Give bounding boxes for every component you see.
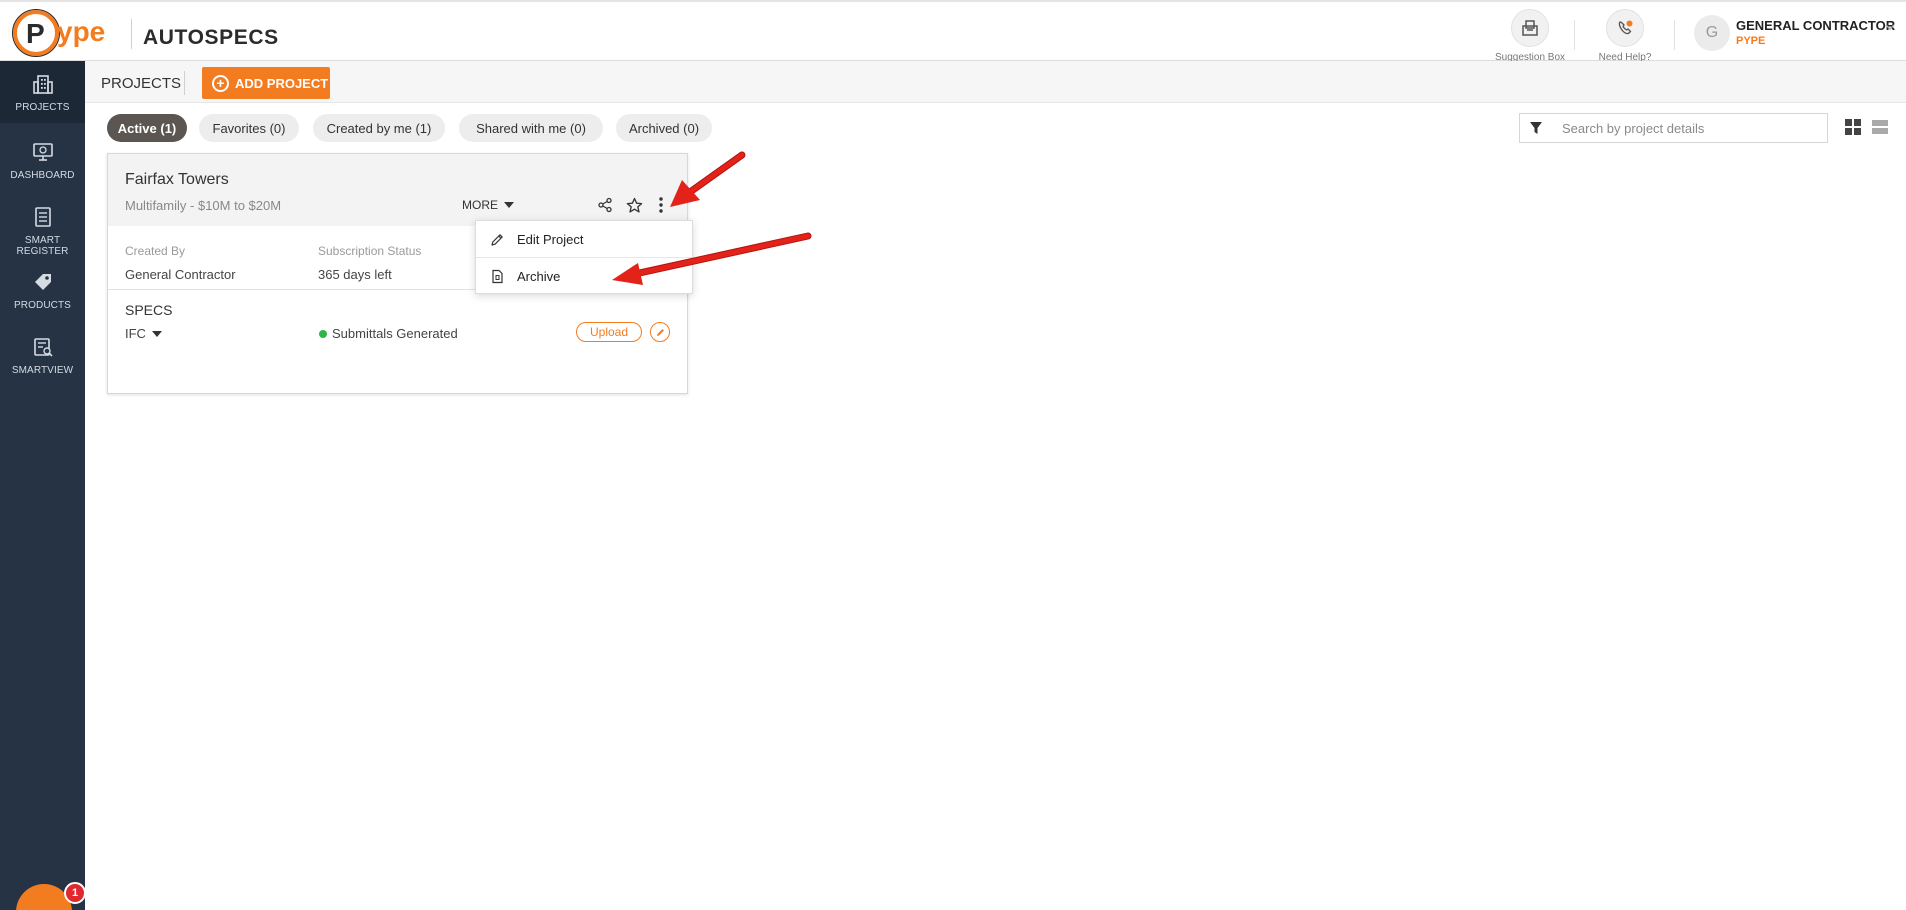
page-title: PROJECTS	[101, 75, 182, 92]
filter-icon	[1530, 122, 1542, 134]
star-icon	[626, 197, 642, 213]
sidebar-item-label: SMARTVIEW	[11, 365, 74, 376]
tab-active[interactable]: Active (1)	[107, 114, 187, 142]
app-header: P ype AUTOSPECS Suggestion Box Need Help…	[0, 0, 1906, 63]
kebab-menu-button[interactable]	[651, 195, 671, 215]
projects-toolbar: PROJECTS + ADD PROJECT	[85, 61, 1906, 103]
specs-title: SPECS	[125, 302, 173, 318]
caret-down-icon	[504, 202, 514, 208]
specs-status: Submittals Generated	[319, 326, 458, 341]
menu-item-label: Edit Project	[517, 231, 584, 247]
status-dot	[319, 329, 327, 338]
upload-button[interactable]: Upload	[576, 322, 642, 342]
suggestion-box-icon	[1522, 20, 1538, 36]
subscription-status-value: 365 days left	[318, 267, 392, 282]
created-by-label: Created By	[125, 244, 186, 258]
list-view-button[interactable]	[1869, 116, 1891, 138]
user-avatar[interactable]: G	[1694, 15, 1730, 51]
register-icon	[34, 207, 51, 227]
sidebar-item-label: PROJECTS	[15, 102, 70, 113]
phone-help-icon	[1618, 20, 1633, 35]
filter-button[interactable]	[1519, 113, 1553, 143]
tab-archived[interactable]: Archived (0)	[616, 114, 712, 142]
pype-logo[interactable]: P ype	[12, 8, 122, 58]
sidebar-item-products[interactable]: PRODUCTS	[0, 259, 85, 319]
share-button[interactable]	[595, 195, 615, 215]
specs-version-select[interactable]: IFC	[125, 326, 162, 341]
pencil-icon	[491, 233, 503, 246]
user-org: PYPE	[1736, 35, 1766, 47]
header-separator	[1574, 20, 1575, 50]
share-icon	[598, 197, 612, 213]
created-by-value: General Contractor	[125, 267, 236, 282]
sidebar-item-dashboard[interactable]: DASHBOARD	[0, 129, 85, 189]
menu-item-edit-project[interactable]: Edit Project	[476, 221, 692, 257]
project-name[interactable]: Fairfax Towers	[125, 171, 229, 189]
menu-item-archive[interactable]: Archive	[476, 258, 692, 294]
sidebar-item-label: DASHBOARD	[10, 170, 75, 181]
app-name: AUTOSPECS	[143, 26, 279, 49]
archive-file-icon	[492, 269, 503, 283]
smartview-icon	[33, 338, 53, 357]
add-project-button[interactable]: + ADD PROJECT	[202, 67, 330, 99]
user-name[interactable]: GENERAL CONTRACTOR	[1736, 18, 1895, 33]
grid-view-button[interactable]	[1842, 116, 1864, 138]
toolbar-divider	[184, 71, 185, 95]
project-meta: Multifamily - $10M to $20M	[125, 198, 281, 213]
more-label: MORE	[462, 198, 498, 212]
logo-divider	[131, 19, 132, 49]
suggestion-box-button[interactable]: Suggestion Box	[1485, 9, 1575, 63]
menu-item-label: Archive	[517, 268, 561, 284]
sidebar-item-smartview[interactable]: SMARTVIEW	[0, 324, 85, 384]
project-budget: $10M to $20M	[197, 198, 282, 213]
search-input[interactable]	[1552, 113, 1828, 143]
favorite-button[interactable]	[624, 195, 644, 215]
list-view-icon	[1872, 120, 1888, 134]
specs-version-value: IFC	[125, 326, 146, 341]
svg-text:ype: ype	[57, 16, 105, 47]
svg-text:P: P	[26, 18, 45, 49]
sidebar-item-label: PRODUCTS	[14, 300, 71, 311]
project-card-header: Fairfax Towers Multifamily - $10M to $20…	[108, 154, 687, 226]
plus-circle-icon: +	[212, 74, 229, 92]
kebab-menu-icon	[659, 197, 663, 213]
tab-shared-with-me[interactable]: Shared with me (0)	[459, 114, 603, 142]
caret-down-icon	[151, 330, 162, 337]
specs-status-text: Submittals Generated	[332, 326, 458, 341]
sidebar-item-smart-register[interactable]: SMART REGISTER	[0, 194, 85, 257]
sidebar: PROJECTS DASHBOARD SMART REGISTER PRODUC…	[0, 61, 85, 910]
more-dropdown-button[interactable]: MORE	[462, 198, 514, 212]
project-type: Multifamily	[125, 198, 187, 213]
edit-specs-button[interactable]	[650, 322, 670, 342]
grid-view-icon	[1845, 119, 1861, 135]
add-project-label: ADD PROJECT	[235, 75, 329, 91]
sidebar-item-projects[interactable]: PROJECTS	[0, 61, 85, 123]
chat-notification-badge: 1	[64, 882, 86, 904]
need-help-button[interactable]: Need Help?	[1580, 9, 1670, 63]
sidebar-item-label: SMART REGISTER	[16, 235, 69, 257]
pencil-icon	[656, 328, 664, 336]
chevron-down-icon[interactable]	[1884, 22, 1896, 32]
header-separator	[1674, 20, 1675, 50]
project-meta-separator: -	[186, 198, 198, 213]
tag-icon	[34, 274, 51, 290]
tab-favorites[interactable]: Favorites (0)	[199, 114, 299, 142]
building-icon	[32, 75, 53, 94]
subscription-status-label: Subscription Status	[318, 244, 422, 258]
project-actions-menu: Edit Project Archive	[475, 220, 693, 294]
tab-created-by-me[interactable]: Created by me (1)	[313, 114, 445, 142]
monitor-icon	[32, 143, 53, 161]
